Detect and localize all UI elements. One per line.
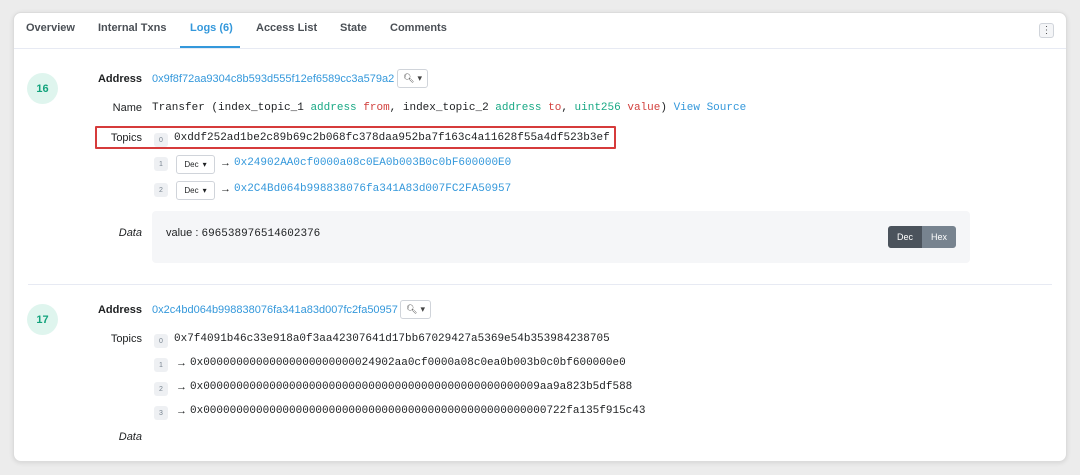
name-label: Name bbox=[112, 102, 142, 114]
tab-logs[interactable]: Logs (6) bbox=[190, 22, 233, 34]
tab-bar: Overview Internal Txns Logs (6) Access L… bbox=[14, 13, 1066, 49]
sig-text: (index_topic_1 bbox=[204, 102, 311, 114]
select-value: Dec bbox=[184, 186, 199, 195]
topic-index: 1 bbox=[154, 157, 168, 171]
address-label: Address bbox=[97, 73, 142, 85]
data-label: Data bbox=[118, 431, 142, 443]
data-value-line: value : 696538976514602376 bbox=[166, 227, 320, 240]
param-type: address bbox=[310, 102, 357, 114]
tab-comments[interactable]: Comments bbox=[390, 22, 447, 34]
param-name: from bbox=[363, 102, 390, 114]
search-icon: 🔍︎ bbox=[406, 304, 418, 314]
topics-label: Topics bbox=[110, 333, 142, 345]
chevron-down-icon: ▾ bbox=[202, 160, 207, 169]
data-panel: value : 696538976514602376 Dec Hex bbox=[152, 211, 970, 263]
topic-index: 0 bbox=[154, 334, 168, 348]
active-tab-indicator bbox=[180, 46, 240, 48]
arrow-right-icon: → bbox=[176, 357, 187, 369]
param-name: value bbox=[627, 102, 661, 114]
chevron-down-icon: ▾ bbox=[202, 186, 207, 195]
event-signature: Transfer (index_topic_1 address from, in… bbox=[152, 102, 747, 114]
topic-value: 0xddf252ad1be2c89b69c2b068fc378daa952ba7… bbox=[174, 132, 610, 144]
topic-address-link[interactable]: 0x2C4Bd064b998838076fa341A83d007FC2FA509… bbox=[234, 183, 511, 195]
sig-text: , index_topic_2 bbox=[389, 102, 496, 114]
topic-index: 2 bbox=[154, 183, 168, 197]
tab-internal-txns[interactable]: Internal Txns bbox=[98, 22, 166, 34]
log-address-link[interactable]: 0x9f8f72aa9304c8b593d555f12ef6589cc3a579… bbox=[152, 73, 394, 85]
tab-state[interactable]: State bbox=[340, 22, 367, 34]
select-value: Dec bbox=[184, 160, 199, 169]
arrow-right-icon: → bbox=[176, 405, 187, 417]
param-type: address bbox=[495, 102, 542, 114]
arrow-right-icon: → bbox=[176, 381, 187, 393]
param-type: uint256 bbox=[574, 102, 621, 114]
topic-format-select[interactable]: Dec ▾ bbox=[176, 155, 215, 174]
topic-format-select[interactable]: Dec ▾ bbox=[176, 181, 215, 200]
transaction-card: Overview Internal Txns Logs (6) Access L… bbox=[13, 12, 1067, 462]
log-divider bbox=[28, 284, 1052, 285]
data-key: value : bbox=[166, 227, 202, 239]
topic-value: 0x00000000000000000000000024902aa0cf0000… bbox=[190, 357, 626, 369]
data-label: Data bbox=[118, 227, 142, 239]
address-label: Address bbox=[97, 304, 142, 316]
more-options-button[interactable]: ⋮ bbox=[1039, 23, 1054, 38]
topic-index: 3 bbox=[154, 406, 168, 420]
chevron-down-icon: ▾ bbox=[420, 304, 425, 314]
topic-index: 0 bbox=[154, 133, 168, 147]
hex-button[interactable]: Hex bbox=[921, 226, 956, 248]
topics-label: Topics bbox=[110, 132, 142, 144]
more-vertical-icon: ⋮ bbox=[1041, 24, 1052, 36]
arrow-right-icon: → bbox=[220, 183, 231, 195]
topic-address-link[interactable]: 0x24902AA0cf0000a08c0EA0b003B0c0bF600000… bbox=[234, 157, 511, 169]
tab-overview[interactable]: Overview bbox=[26, 22, 75, 34]
address-search-dropdown[interactable]: 🔍︎ ▾ bbox=[397, 69, 428, 88]
data-value: 696538976514602376 bbox=[201, 228, 321, 240]
arrow-right-icon: → bbox=[220, 157, 231, 169]
dec-button[interactable]: Dec bbox=[887, 226, 922, 248]
topic-value: 0x00000000000000000000000000000000000000… bbox=[190, 381, 633, 393]
topic-index: 1 bbox=[154, 358, 168, 372]
log-address-link[interactable]: 0x2c4bd064b998838076fa341a83d007fc2fa509… bbox=[152, 304, 398, 316]
topic-index: 2 bbox=[154, 382, 168, 396]
topic-value: 0x7f4091b46c33e918a0f3aa42307641d17bb670… bbox=[174, 333, 610, 345]
topic-value: 0x00000000000000000000000000000000000000… bbox=[190, 405, 646, 417]
event-name: Transfer bbox=[152, 102, 205, 114]
address-search-dropdown[interactable]: 🔍︎ ▾ bbox=[400, 300, 431, 319]
param-name: to bbox=[548, 102, 562, 114]
tab-access-list[interactable]: Access List bbox=[256, 22, 317, 34]
view-source-link[interactable]: View Source bbox=[674, 102, 747, 114]
search-icon: 🔍︎ bbox=[403, 73, 415, 83]
dec-hex-toggle: Dec Hex bbox=[887, 226, 956, 248]
chevron-down-icon: ▾ bbox=[417, 73, 422, 83]
